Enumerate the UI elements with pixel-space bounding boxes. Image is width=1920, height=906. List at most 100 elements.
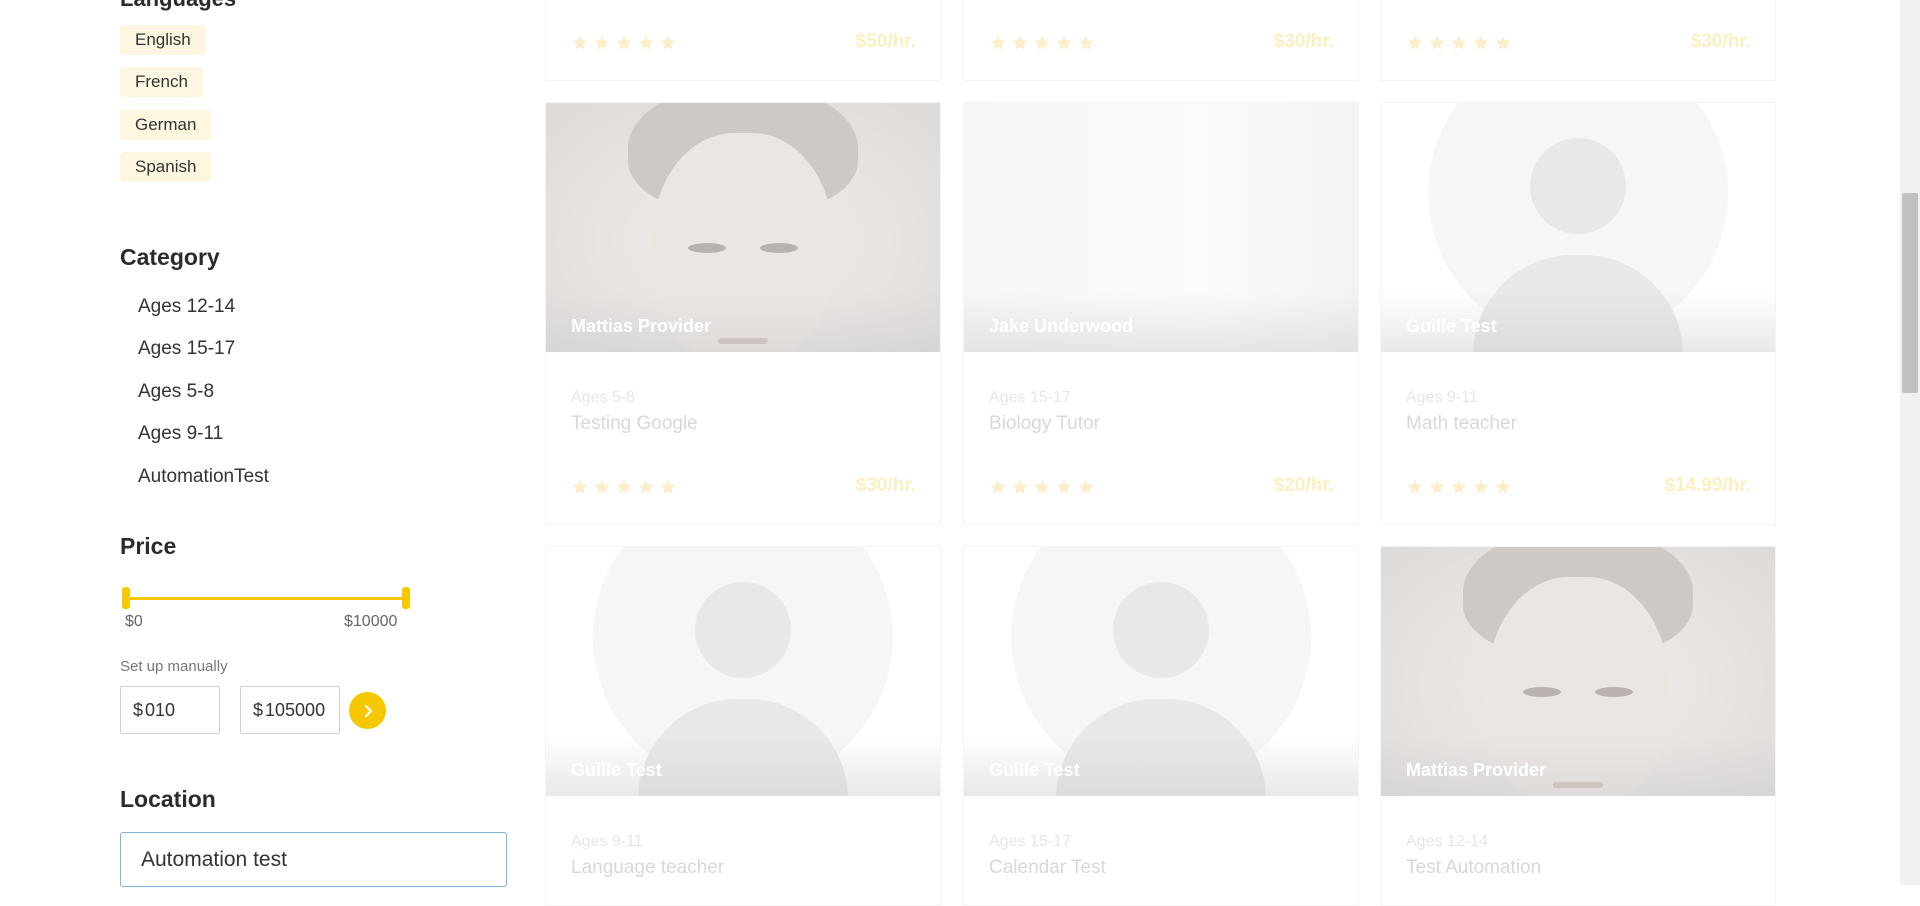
- category-item-ages-5-8[interactable]: Ages 5-8: [138, 381, 214, 403]
- star-icon: [990, 479, 1006, 494]
- star-icon: [1056, 35, 1072, 50]
- page-scrollbar[interactable]: [1900, 0, 1920, 885]
- price-slider-max-handle[interactable]: [402, 587, 410, 609]
- star-icon: [1429, 479, 1445, 494]
- tutor-photo: [546, 547, 940, 796]
- scrollbar-thumb[interactable]: [1902, 193, 1918, 393]
- star-icon: [638, 35, 654, 50]
- star-icon: [572, 35, 588, 50]
- tutor-card-top-3[interactable]: $30/hr.: [1380, 0, 1776, 81]
- tutor-card-top-2[interactable]: $30/hr.: [963, 0, 1359, 81]
- star-icon: [594, 479, 610, 494]
- currency-symbol: $: [253, 699, 264, 720]
- category-item-ages-15-17[interactable]: Ages 15-17: [138, 338, 235, 360]
- max-price-field: $: [240, 686, 340, 734]
- tutor-photo: [964, 547, 1358, 796]
- manual-price-label: Set up manually: [120, 658, 228, 675]
- tutor-price: $30/hr.: [1690, 31, 1751, 52]
- star-icon: [1078, 479, 1094, 494]
- tutor-price: $14.99/hr.: [1664, 475, 1751, 496]
- tutor-title: Test Automation: [1406, 857, 1542, 878]
- tutor-photo: [1381, 547, 1775, 796]
- tutor-category: Ages 15-17: [989, 833, 1071, 850]
- max-price-input[interactable]: [265, 699, 338, 721]
- rating-stars: [989, 34, 1095, 52]
- star-icon: [660, 35, 676, 50]
- rating-stars: [571, 34, 677, 52]
- tutor-name: Mattias Provider: [571, 316, 712, 336]
- rating-stars: [571, 478, 677, 496]
- star-icon: [1012, 479, 1028, 494]
- tutor-title: Testing Google: [571, 413, 698, 434]
- tutor-photo: [964, 103, 1358, 352]
- avatar-placeholder-icon: [1113, 582, 1209, 678]
- tutor-category: Ages 12-14: [1406, 833, 1488, 850]
- tutor-card[interactable]: Guille Test Ages 15-17 Calendar Test: [963, 546, 1359, 906]
- rating-stars: [989, 478, 1095, 496]
- tutor-card[interactable]: Guille Test Ages 9-11 Math teacher $14.9…: [1380, 102, 1776, 525]
- price-slider-track[interactable]: [124, 597, 406, 600]
- tutor-category: Ages 9-11: [571, 833, 643, 850]
- star-icon: [1451, 479, 1467, 494]
- tutor-card[interactable]: Guille Test Ages 9-11 Language teacher: [545, 546, 941, 906]
- tutor-category: Ages 5-8: [571, 389, 636, 406]
- tutor-title: Language teacher: [571, 857, 725, 878]
- star-icon: [990, 35, 1006, 50]
- star-icon: [1473, 479, 1489, 494]
- star-icon: [1012, 35, 1028, 50]
- filters-sidebar: Languages English French German Spanish …: [0, 0, 540, 887]
- tutor-name: Guille Test: [1406, 316, 1497, 336]
- category-item-ages-12-14[interactable]: Ages 12-14: [138, 296, 235, 318]
- category-heading: Category: [120, 244, 220, 270]
- tutor-price: $50/hr.: [855, 31, 916, 52]
- tutor-name: Guille Test: [571, 760, 662, 780]
- star-icon: [1407, 35, 1423, 50]
- star-icon: [616, 35, 632, 50]
- star-icon: [1451, 35, 1467, 50]
- currency-symbol: $: [133, 699, 144, 720]
- price-slider-min-label: $0: [125, 613, 143, 630]
- star-icon: [1056, 479, 1072, 494]
- tutor-category: Ages 15-17: [989, 389, 1071, 406]
- star-icon: [1078, 35, 1094, 50]
- price-slider-max-label: $10000: [344, 613, 398, 630]
- min-price-input[interactable]: [145, 699, 206, 721]
- avatar-placeholder-icon: [1530, 138, 1626, 234]
- rating-stars: [1406, 478, 1512, 496]
- star-icon: [638, 479, 654, 494]
- category-item-ages-9-11[interactable]: Ages 9-11: [138, 423, 223, 445]
- category-item-automationtest[interactable]: AutomationTest: [138, 466, 269, 488]
- star-icon: [1407, 479, 1423, 494]
- location-input[interactable]: [120, 832, 507, 887]
- tutor-name: Jake Underwood: [989, 316, 1134, 336]
- tutor-photo: [546, 103, 940, 352]
- tutor-card[interactable]: Mattias Provider Ages 5-8 Testing Google…: [545, 102, 941, 525]
- tutor-card[interactable]: Jake Underwood Ages 15-17 Biology Tutor …: [963, 102, 1359, 525]
- language-tag-german[interactable]: German: [120, 110, 212, 140]
- language-heading-partial: Languages: [120, 0, 236, 12]
- price-heading: Price: [120, 533, 177, 559]
- tutor-title: Calendar Test: [989, 857, 1106, 878]
- star-icon: [1473, 35, 1489, 50]
- tutor-price: $30/hr.: [855, 475, 916, 496]
- star-icon: [1495, 479, 1511, 494]
- apply-price-button[interactable]: [349, 692, 386, 729]
- star-icon: [660, 479, 676, 494]
- location-heading: Location: [120, 786, 216, 812]
- star-icon: [572, 479, 588, 494]
- tutor-price: $20/hr.: [1273, 475, 1334, 496]
- tutor-photo: [1381, 103, 1775, 352]
- star-icon: [1429, 35, 1445, 50]
- tutor-category: Ages 9-11: [1406, 389, 1478, 406]
- star-icon: [594, 35, 610, 50]
- language-tag-spanish[interactable]: Spanish: [120, 152, 212, 182]
- tutor-title: Biology Tutor: [989, 413, 1100, 434]
- language-tag-english[interactable]: English: [120, 25, 206, 55]
- tutor-card[interactable]: Mattias Provider Ages 12-14 Test Automat…: [1380, 546, 1776, 906]
- language-tag-french[interactable]: French: [120, 67, 203, 97]
- tutor-card-top-1[interactable]: $50/hr.: [545, 0, 941, 81]
- price-slider-min-handle[interactable]: [122, 587, 130, 609]
- chevron-right-icon: [364, 704, 372, 717]
- star-icon: [616, 479, 632, 494]
- min-price-field: $: [120, 686, 220, 734]
